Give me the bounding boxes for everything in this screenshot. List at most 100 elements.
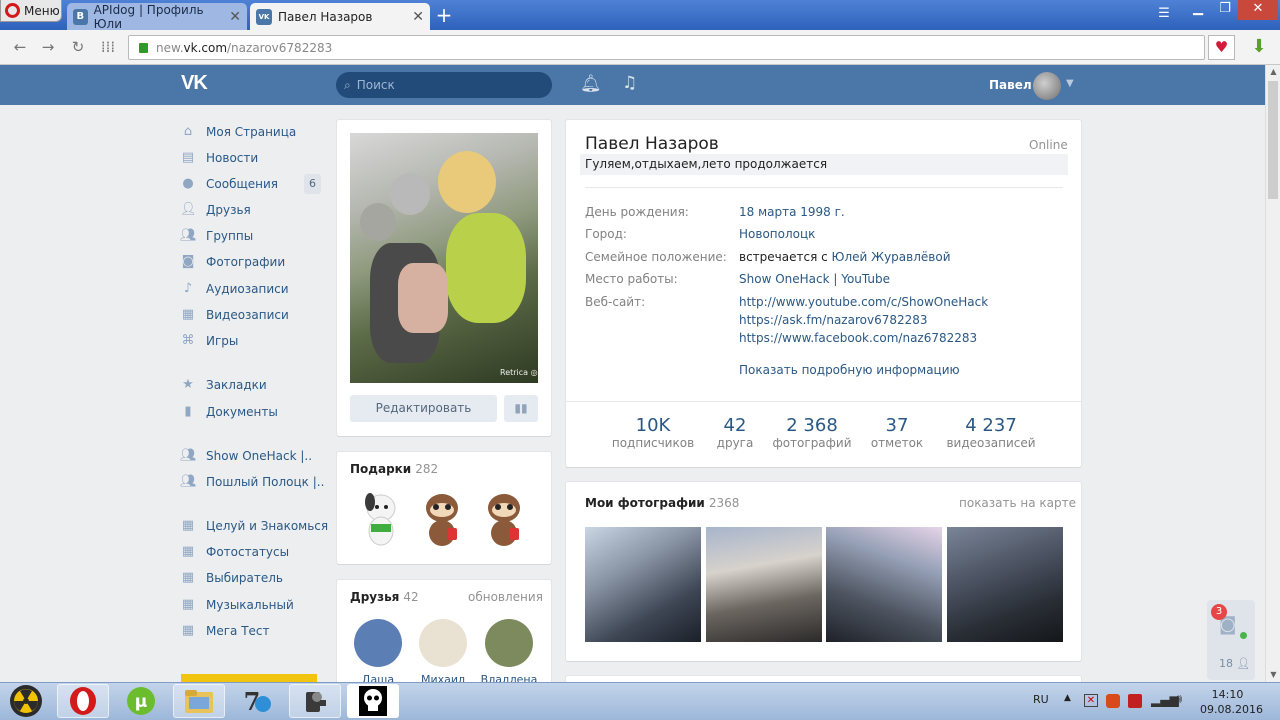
counter-photos[interactable]: 2 368 фотографий bbox=[772, 415, 852, 450]
chevron-down-icon[interactable]: ▼ bbox=[1066, 78, 1074, 89]
sidebar-item-group-showonehack[interactable]: 👥︎ Show OneHack |.. bbox=[180, 446, 312, 466]
sidebar-item-app-chooser[interactable]: ▦ Выбиратель bbox=[180, 568, 283, 588]
gift-dog[interactable] bbox=[358, 488, 404, 548]
counter-subscribers[interactable]: 10K подписчиков bbox=[609, 415, 697, 450]
photo-thumbnail[interactable] bbox=[826, 527, 942, 642]
work-link[interactable]: Show OneHack | YouTube bbox=[739, 272, 890, 286]
taskbar-opera[interactable] bbox=[57, 684, 109, 718]
sidebar-item-audio[interactable]: ♪ Аудиозаписи bbox=[180, 279, 289, 299]
sidebar-item-documents[interactable]: ▮ Документы bbox=[180, 402, 277, 422]
show-full-info-link[interactable]: Показать подробную информацию bbox=[739, 363, 960, 377]
counter-videos[interactable]: 4 237 видеозаписей bbox=[944, 415, 1038, 450]
status-text[interactable]: Гуляем,отдыхаем,лето продолжается bbox=[585, 157, 827, 171]
stats-bar-chart-icon[interactable]: ▮▮ bbox=[504, 395, 538, 422]
taskbar-skull-app[interactable] bbox=[347, 684, 399, 718]
sidebar-item-games[interactable]: ⌘ Игры bbox=[180, 331, 239, 351]
counter-tags[interactable]: 37 отметок bbox=[865, 415, 929, 450]
photo-watermark: Retrica ◎ bbox=[500, 368, 538, 377]
tab-close-icon[interactable]: ✕ bbox=[229, 9, 241, 25]
tab-close-icon[interactable]: ✕ bbox=[412, 9, 424, 25]
url-input[interactable]: new.vk.com/nazarov6782283 bbox=[128, 35, 1205, 60]
city-link[interactable]: Новополоцк bbox=[739, 227, 815, 241]
search-input[interactable]: ⌕ Поиск bbox=[336, 72, 552, 98]
sidebar-item-app-music[interactable]: ▦ Музыкальный bbox=[180, 595, 294, 615]
tray-app-icon[interactable] bbox=[1106, 694, 1120, 708]
page-scrollbar[interactable]: ▲ ▼ bbox=[1265, 65, 1280, 682]
partner-link[interactable]: Юлей Журавлёвой bbox=[832, 250, 951, 264]
friend-avatar[interactable] bbox=[485, 619, 533, 667]
taskbar-clock[interactable]: 14:10 09.08.2016 bbox=[1200, 687, 1263, 717]
photo-thumbnail[interactable] bbox=[706, 527, 822, 642]
sidebar-item-messages[interactable]: ● Сообщения bbox=[180, 174, 278, 194]
birthday-link[interactable]: 18 марта 1998 г. bbox=[739, 205, 845, 219]
edit-profile-button[interactable]: Редактировать bbox=[350, 395, 497, 422]
vk-logo[interactable]: VK bbox=[181, 72, 208, 95]
forward-button[interactable]: → bbox=[38, 38, 58, 56]
taskbar-utorrent[interactable]: µ bbox=[115, 684, 167, 718]
friends-title[interactable]: Друзья 42 bbox=[350, 590, 419, 604]
header-avatar[interactable] bbox=[1033, 72, 1061, 100]
scroll-down-icon[interactable]: ▼ bbox=[1266, 668, 1280, 682]
new-tab-button[interactable]: + bbox=[432, 4, 456, 26]
scroll-up-icon[interactable]: ▲ bbox=[1266, 65, 1280, 79]
sidebar-item-bookmarks[interactable]: ★ Закладки bbox=[180, 375, 267, 395]
scrollbar-thumb[interactable] bbox=[1268, 81, 1278, 199]
start-button[interactable] bbox=[0, 684, 52, 718]
taskbar-camera-app[interactable] bbox=[289, 684, 341, 718]
tab-menu-icon[interactable]: ☰ bbox=[1150, 5, 1178, 25]
gifts-title[interactable]: Подарки 282 bbox=[350, 462, 438, 476]
my-photos-title[interactable]: Мои фотографии 2368 bbox=[585, 496, 739, 510]
maximize-button[interactable]: ❐ bbox=[1211, 0, 1239, 20]
sidebar-item-app-kiss[interactable]: ▦ Целуй и Знакомься bbox=[180, 516, 328, 536]
sidebar-item-app-photostatus[interactable]: ▦ Фотостатусы bbox=[180, 542, 289, 562]
sidebar-item-group-polotsk[interactable]: 👥︎ Пошлый Полоцк |.. bbox=[180, 472, 324, 492]
download-icon[interactable]: ⬇ bbox=[1248, 36, 1270, 58]
sidebar-item-friends[interactable]: 👤︎ Друзья bbox=[180, 200, 251, 220]
photo-thumbnail[interactable] bbox=[585, 527, 701, 642]
website-link[interactable]: http://www.youtube.com/c/ShowOneHack bbox=[739, 295, 988, 309]
tab-vk-profile[interactable]: VK Павел Назаров ✕ bbox=[250, 3, 430, 30]
app-icon: ▦ bbox=[181, 570, 195, 585]
taskbar-7zip[interactable]: 7 bbox=[231, 684, 283, 718]
tab-apidog[interactable]: В APIdog | Профиль Юли ✕ bbox=[67, 3, 247, 31]
tray-flag-icon[interactable]: ✕ bbox=[1084, 694, 1098, 707]
minimize-button[interactable]: ▁ bbox=[1184, 0, 1212, 20]
tray-app-icon[interactable] bbox=[1128, 694, 1142, 708]
tray-expand-icon[interactable]: ▲ bbox=[1064, 693, 1071, 703]
friend-avatar[interactable] bbox=[419, 619, 467, 667]
friends-updates-link[interactable]: обновления bbox=[468, 590, 543, 604]
sidebar-item-news[interactable]: ▤ Новости bbox=[180, 148, 258, 168]
header-username[interactable]: Павел bbox=[989, 78, 1032, 92]
bookmark-heart-icon[interactable]: ♥ bbox=[1208, 35, 1235, 60]
sidebar-item-app-megatest[interactable]: ▦ Мега Тест bbox=[180, 621, 270, 641]
relationship-prefix: встречается с bbox=[739, 250, 832, 264]
video-camera-icon bbox=[306, 692, 326, 712]
back-button[interactable]: ← bbox=[10, 38, 30, 56]
gift-raccoon[interactable] bbox=[419, 488, 465, 548]
website-link[interactable]: https://ask.fm/nazarov6782283 bbox=[739, 313, 928, 327]
volume-icon[interactable]: 🔊︎ bbox=[1174, 692, 1182, 707]
counter-friends[interactable]: 42 друга bbox=[704, 415, 766, 450]
sidebar-item-my-page[interactable]: ⌂ Моя Страница bbox=[180, 122, 296, 142]
sidebar-item-video[interactable]: ▦ Видеозаписи bbox=[180, 305, 289, 325]
profile-photo[interactable] bbox=[350, 133, 538, 383]
sidebar-item-label: Выбиратель bbox=[206, 571, 283, 585]
messages-count-badge[interactable]: 6 bbox=[304, 174, 321, 194]
friend-avatar[interactable] bbox=[354, 619, 402, 667]
sidebar-item-photos[interactable]: ◙ Фотографии bbox=[180, 252, 285, 272]
speed-dial-icon[interactable]: ⁞⁞⁞ bbox=[98, 38, 118, 56]
photo-thumbnail[interactable] bbox=[947, 527, 1063, 642]
language-indicator[interactable]: RU bbox=[1033, 693, 1049, 706]
gift-raccoon[interactable] bbox=[481, 488, 527, 548]
opera-menu-button[interactable]: Меню bbox=[0, 0, 62, 22]
taskbar-explorer[interactable] bbox=[173, 684, 225, 718]
widget-count: 18 👤︎ bbox=[1219, 657, 1250, 670]
notifications-bell-icon[interactable]: 🔔︎ bbox=[580, 74, 602, 94]
music-player-icon[interactable]: ♫ bbox=[622, 73, 637, 93]
show-on-map-link[interactable]: показать на карте bbox=[959, 496, 1076, 510]
counter-value: 4 237 bbox=[965, 415, 1017, 436]
reload-button[interactable]: ↻ bbox=[68, 38, 88, 56]
sidebar-item-groups[interactable]: 👥︎ Группы bbox=[180, 226, 253, 246]
website-link[interactable]: https://www.facebook.com/naz6782283 bbox=[739, 331, 977, 345]
close-window-button[interactable]: ✕ bbox=[1238, 0, 1278, 20]
